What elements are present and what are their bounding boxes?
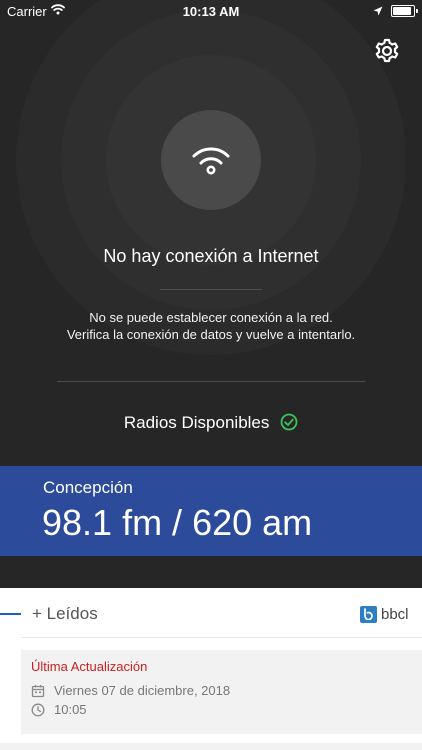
offline-message-line2: Verifica la conexión de datos y vuelve a…: [66, 327, 356, 342]
radios-available: Radios Disponibles: [0, 413, 422, 436]
status-bar: Carrier 10:13 AM: [0, 0, 422, 22]
last-update-label: Última Actualización: [31, 659, 148, 674]
divider: [160, 289, 262, 290]
settings-button[interactable]: [373, 37, 401, 65]
station-frequency: 98.1 fm / 620 am: [42, 502, 313, 543]
update-card: Última Actualización Viernes 07 de dicie…: [21, 650, 422, 734]
offline-panel: Carrier 10:13 AM No hay conexión a Inter…: [0, 0, 422, 588]
offline-message: No se puede establecer conexión a la red…: [0, 309, 422, 343]
wifi-icon: [192, 147, 230, 175]
wifi-status-badge: [161, 110, 261, 210]
tab-leidos[interactable]: + Leídos: [32, 604, 98, 624]
bbcl-logo-text: bbcl: [381, 605, 409, 623]
next-card-edge: [0, 743, 422, 750]
battery-icon: [391, 5, 418, 17]
offline-message-line1: No se puede establecer conexión a la red…: [89, 310, 333, 325]
update-time: 10:05: [54, 702, 87, 717]
station-banner[interactable]: Concepción 98.1 fm / 620 am: [0, 466, 422, 556]
check-circle-icon: [280, 413, 298, 436]
clock-label: 10:13 AM: [182, 4, 240, 19]
radios-available-label: Radios Disponibles: [123, 413, 270, 432]
gear-icon: [375, 38, 399, 63]
update-date: Viernes 07 de diciembre, 2018: [54, 683, 231, 698]
location-arrow-icon: [373, 4, 383, 19]
offline-title: No hay conexión a Internet: [103, 246, 319, 266]
station-city: Concepción: [43, 478, 133, 497]
divider: [57, 381, 365, 382]
news-section: + Leídos bbcl Última Actualización Viern…: [0, 588, 422, 750]
bbcl-logo[interactable]: bbcl: [360, 604, 409, 624]
clock-icon: [31, 703, 45, 716]
update-date-row: Viernes 07 de diciembre, 2018: [31, 683, 230, 698]
update-time-row: 10:05: [31, 702, 87, 717]
bbcl-logo-icon: [360, 605, 377, 623]
calendar-icon: [31, 684, 45, 697]
divider: [21, 637, 422, 638]
tab-indicator: [0, 613, 21, 615]
